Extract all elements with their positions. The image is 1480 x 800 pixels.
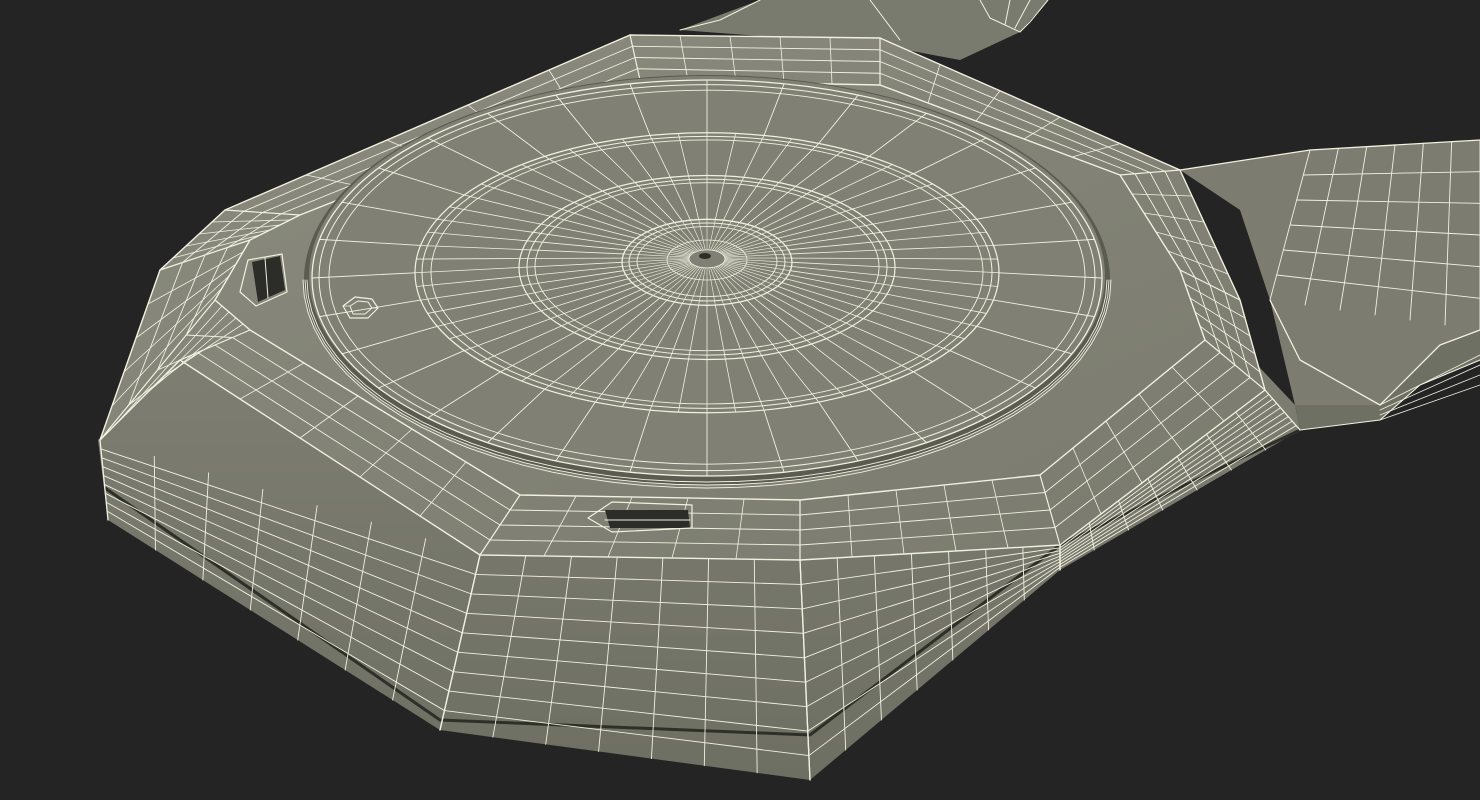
wire-line <box>416 258 521 260</box>
dial-center-hole <box>699 253 711 259</box>
wireframe-render <box>0 0 1480 800</box>
dial <box>302 75 1112 489</box>
wire-line <box>893 258 998 260</box>
